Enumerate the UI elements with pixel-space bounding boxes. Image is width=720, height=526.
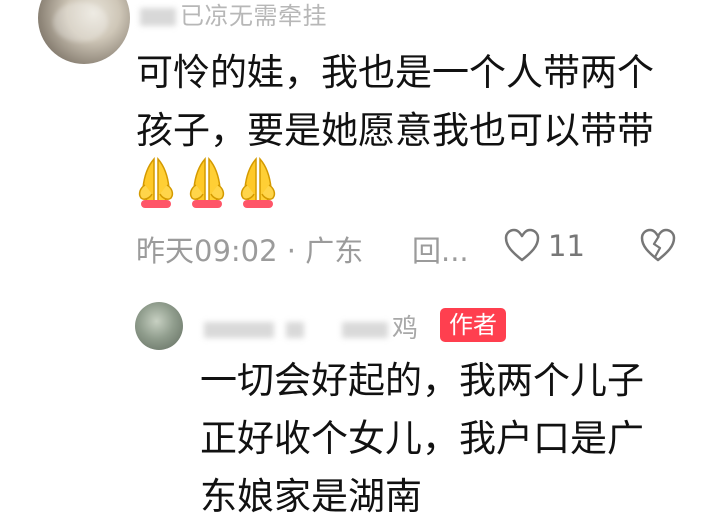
blurred-name-fragment bbox=[204, 321, 274, 338]
blurred-name-fragment bbox=[286, 321, 304, 338]
pray-emoji bbox=[236, 157, 280, 209]
heart-icon bbox=[504, 228, 540, 262]
dislike-button[interactable] bbox=[638, 226, 678, 273]
pray-emoji bbox=[134, 157, 178, 209]
reply-text: 一切会好起的，我两个儿子正好收个女儿，我户口是广东娘家是湖南 bbox=[200, 359, 644, 518]
reply-username-text: 鸡 bbox=[392, 314, 419, 344]
avatar[interactable] bbox=[38, 0, 130, 64]
emoji-row bbox=[134, 157, 280, 209]
reply-username[interactable]: 鸡 bbox=[204, 308, 418, 345]
blurred-name-fragment bbox=[342, 321, 388, 338]
comment-username[interactable]: 已凉无需牵挂 bbox=[140, 0, 327, 31]
comment-meta: 昨天09:02 · 广东 回... 11 bbox=[136, 226, 696, 270]
reply-button[interactable]: 回... bbox=[412, 228, 469, 270]
broken-heart-icon bbox=[640, 228, 676, 262]
author-badge: 作者 bbox=[440, 308, 506, 342]
reply-avatar[interactable] bbox=[135, 302, 183, 350]
comment-username-text: 已凉无需牵挂 bbox=[180, 2, 327, 30]
like-button[interactable]: 11 bbox=[502, 226, 585, 266]
blurred-username-fragment bbox=[140, 8, 176, 26]
author-reply: 鸡 作者 一切会好起的，我两个儿子正好收个女儿，我户口是广东娘家是湖南 bbox=[0, 292, 720, 518]
comment-time-location: 昨天09:02 · 广东 bbox=[136, 234, 364, 268]
pray-emoji bbox=[185, 157, 229, 209]
comment-text: 可怜的娃，我也是一个人带两个孩子，要是她愿意我也可以带带 bbox=[136, 51, 654, 152]
like-count: 11 bbox=[548, 229, 585, 263]
